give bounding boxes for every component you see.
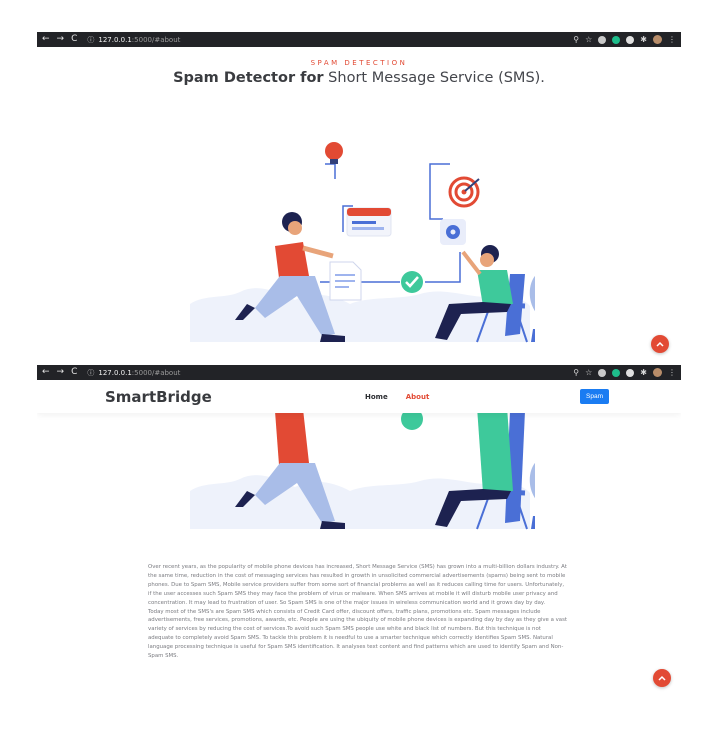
browser-actions: ⚲ ☆ ✱ ⋮ bbox=[573, 35, 676, 44]
extension-icon[interactable] bbox=[598, 35, 607, 44]
bookmark-star-icon[interactable]: ☆ bbox=[585, 35, 592, 44]
back-to-top-button[interactable] bbox=[653, 669, 671, 687]
browser-toolbar: ← → C ⓘ 127.0.0.1:5000/#about ⚲ ☆ ✱ ⋮ bbox=[37, 365, 681, 380]
zoom-icon[interactable]: ⚲ bbox=[573, 368, 579, 377]
extension-grammarly-icon[interactable] bbox=[612, 368, 621, 377]
reload-icon[interactable]: C bbox=[71, 32, 77, 47]
address-bar[interactable]: ⓘ 127.0.0.1:5000/#about bbox=[87, 368, 180, 378]
browser-actions: ⚲ ☆ ✱ ⋮ bbox=[573, 368, 676, 377]
extension-icon[interactable] bbox=[626, 368, 635, 377]
title-light: Short Message Service (SMS). bbox=[323, 70, 545, 86]
site-info-icon[interactable]: ⓘ bbox=[87, 35, 94, 45]
extension-icon[interactable] bbox=[598, 368, 607, 377]
url-path: :5000/#about bbox=[131, 35, 181, 44]
extension-icon[interactable] bbox=[626, 35, 635, 44]
puzzle-icon[interactable]: ✱ bbox=[640, 35, 647, 44]
menu-kebab-icon[interactable]: ⋮ bbox=[668, 35, 676, 44]
page-title: Spam Detector for Short Message Service … bbox=[37, 70, 681, 86]
about-paragraph: Over recent years, as the popularity of … bbox=[148, 564, 567, 606]
chevron-up-icon bbox=[656, 341, 664, 347]
address-bar[interactable]: ⓘ 127.0.0.1:5000/#about bbox=[87, 35, 180, 45]
site-navbar: SmartBridge Home About Spam bbox=[37, 381, 681, 413]
brand-logo[interactable]: SmartBridge bbox=[105, 388, 212, 406]
avatar[interactable] bbox=[653, 35, 662, 44]
browser-toolbar: ← → C ⓘ 127.0.0.1:5000/#about ⚲ ☆ ✱ ⋮ bbox=[37, 32, 681, 47]
browser-nav: ← → C bbox=[42, 32, 77, 47]
zoom-icon[interactable]: ⚲ bbox=[573, 35, 579, 44]
bookmark-star-icon[interactable]: ☆ bbox=[585, 368, 592, 377]
avatar[interactable] bbox=[653, 368, 662, 377]
site-info-icon[interactable]: ⓘ bbox=[87, 368, 94, 378]
browser-nav: ← → C bbox=[42, 365, 77, 380]
about-paragraph: Today most of the SMS's are Spam SMS whi… bbox=[148, 608, 568, 660]
url-path: :5000/#about bbox=[131, 368, 181, 377]
back-icon[interactable]: ← bbox=[42, 365, 50, 380]
puzzle-icon[interactable]: ✱ bbox=[640, 368, 647, 377]
url-host: 127.0.0.1 bbox=[98, 368, 132, 377]
back-to-top-button[interactable] bbox=[651, 335, 669, 353]
hero-section: SPAM DETECTION Spam Detector for Short M… bbox=[37, 48, 681, 363]
about-text: Over recent years, as the popularity of … bbox=[148, 563, 568, 661]
section-tag: SPAM DETECTION bbox=[310, 59, 408, 67]
nav-menu: Home About bbox=[365, 393, 429, 401]
hero-illustration bbox=[190, 142, 535, 343]
nav-home-link[interactable]: Home bbox=[365, 393, 388, 401]
url-host: 127.0.0.1 bbox=[98, 35, 132, 44]
nav-about-link[interactable]: About bbox=[406, 393, 430, 401]
menu-kebab-icon[interactable]: ⋮ bbox=[668, 368, 676, 377]
extension-grammarly-icon[interactable] bbox=[612, 35, 621, 44]
title-bold: Spam Detector for bbox=[173, 70, 324, 86]
spam-button[interactable]: Spam bbox=[580, 389, 609, 404]
about-section: SmartBridge Home About Spam Over recent … bbox=[37, 381, 681, 701]
chevron-up-icon bbox=[658, 675, 666, 681]
back-icon[interactable]: ← bbox=[42, 32, 50, 47]
forward-icon[interactable]: → bbox=[57, 32, 65, 47]
reload-icon[interactable]: C bbox=[71, 365, 77, 380]
forward-icon[interactable]: → bbox=[57, 365, 65, 380]
